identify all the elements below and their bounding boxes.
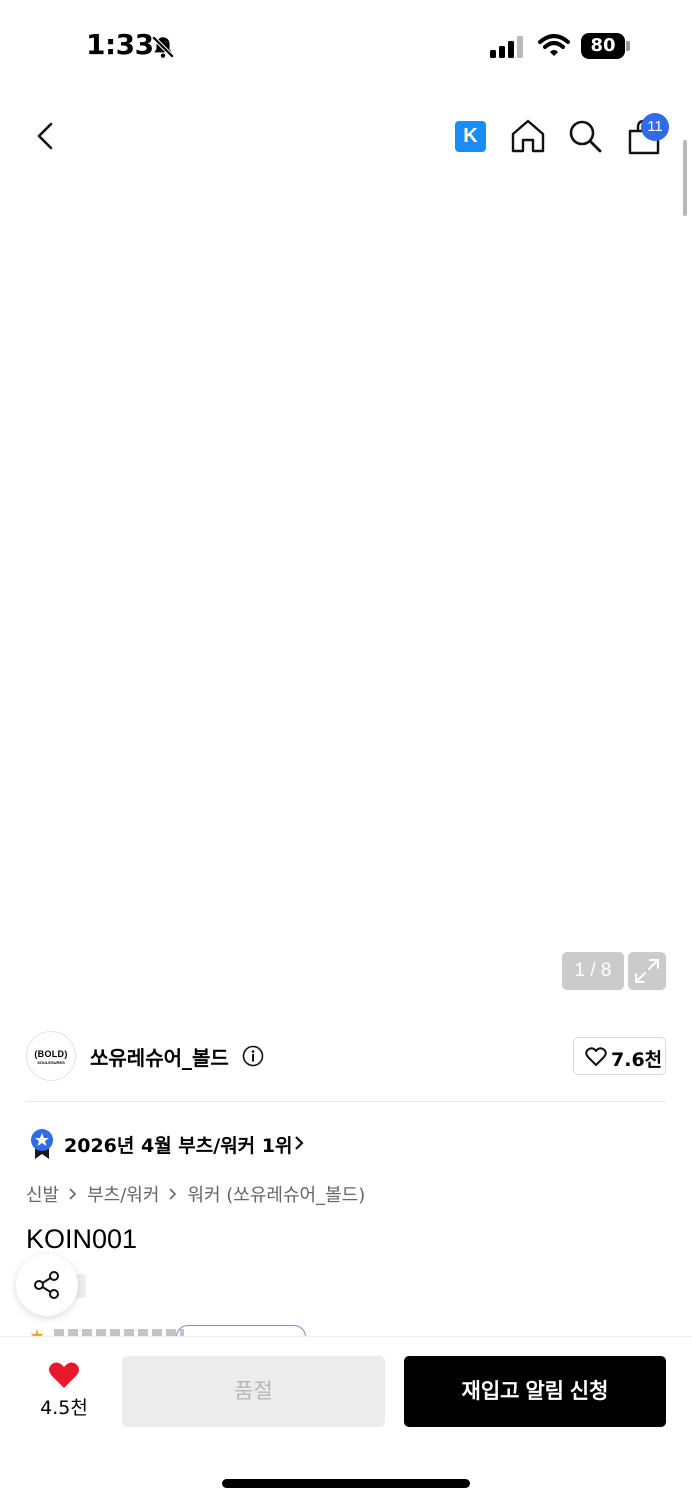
expand-icon [635,959,659,983]
restock-alert-button[interactable]: 재입고 알림 신청 [404,1356,666,1427]
share-button[interactable] [16,1254,78,1316]
heart-filled-icon [49,1362,79,1388]
battery-tip [626,41,630,51]
wifi-icon [538,34,570,56]
breadcrumb: 신발 부츠/워커 워커 (쏘유레슈어_볼드) [26,1181,365,1207]
breadcrumb-item-boots[interactable]: 부츠/워커 [87,1181,159,1207]
breadcrumb-item-shoes[interactable]: 신발 [26,1181,59,1207]
like-button[interactable]: 4.5천 [30,1355,100,1425]
ranking-link[interactable]: 2026년 4월 부츠/워커 1위 [64,1131,292,1158]
brand-logo[interactable]: (BOLD) SOULESURES [26,1031,76,1081]
k-icon[interactable]: K [455,121,486,152]
battery-level: 80 [581,33,625,59]
breadcrumb-item-walker[interactable]: 워커 (쏘유레슈어_볼드) [187,1181,365,1207]
chevron-right-icon [69,1188,77,1200]
brand-name[interactable]: 쏘유레슈어_볼드 [90,1042,229,1071]
like-count: 4.5천 [40,1397,88,1419]
brand-like-button[interactable]: 7.6천 [573,1037,666,1075]
back-arrow-icon[interactable] [26,116,66,156]
battery-indicator: 80 [581,33,631,59]
image-pager: 1 / 8 [562,952,624,990]
share-icon [34,1271,59,1299]
brand-logo-text: (BOLD) [34,1049,68,1059]
signal-icon [490,36,523,58]
chevron-right-icon [169,1188,177,1200]
heart-outline-icon [585,1047,607,1066]
status-time: 1:33 [86,28,154,61]
top-navigation: K [0,100,692,176]
brand-like-count: 7.6천 [611,1049,663,1071]
info-icon[interactable] [242,1045,264,1067]
boot-photo [10,299,686,850]
chevron-right-icon [295,1136,304,1150]
status-bar: 1:33 80 [0,0,692,92]
bell-off-icon [151,35,175,59]
ranking-badge-icon [31,1129,53,1159]
bottom-action-bar: 4.5천 품절 재입고 알림 신청 [0,1336,692,1500]
divider [26,1101,666,1102]
expand-image-button[interactable] [628,952,666,990]
soldout-button: 품절 [122,1356,385,1427]
product-title: KOIN001 [26,1224,138,1254]
cart-count-badge: 11 [641,113,669,141]
home-indicator[interactable] [222,1479,470,1488]
home-icon[interactable] [509,117,547,155]
scrollbar-thumb[interactable] [683,140,687,216]
brand-logo-subtext: SOULESURES [37,1060,65,1065]
search-icon[interactable] [566,117,604,155]
